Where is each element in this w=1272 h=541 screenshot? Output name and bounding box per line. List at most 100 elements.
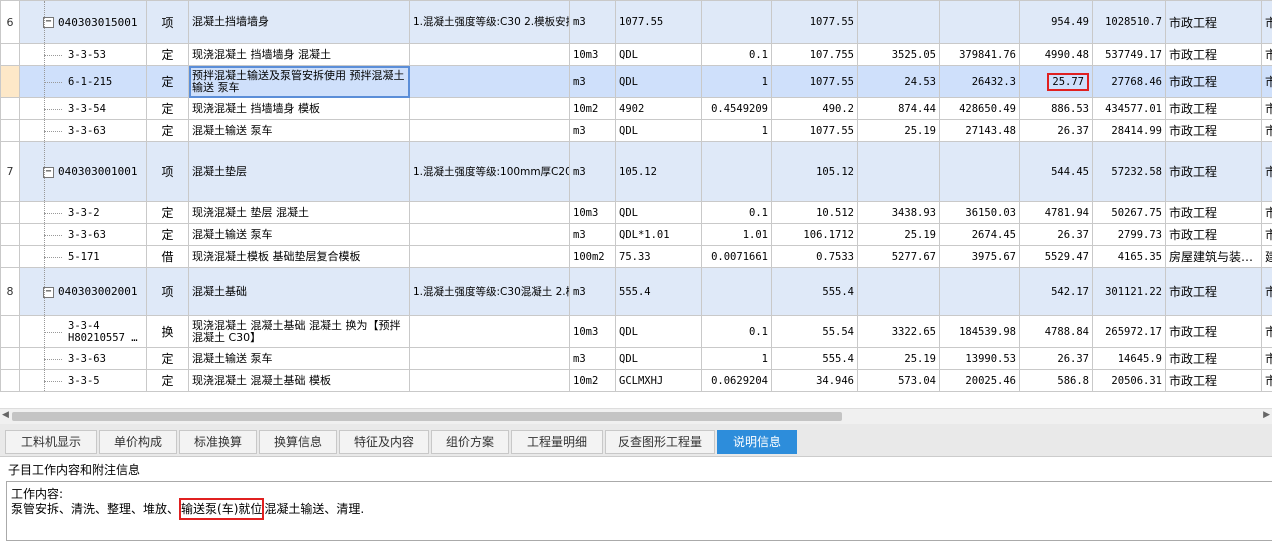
expr-cell[interactable]: 1077.55: [616, 1, 702, 44]
expr-cell[interactable]: 105.12: [616, 142, 702, 202]
tree-branch: [44, 55, 62, 56]
name-cell[interactable]: 现浇混凝土 混凝土基础 模板: [189, 370, 410, 392]
name-cell[interactable]: 现浇混凝土 垫层 混凝土: [189, 202, 410, 224]
specialty-cell: 市政工程: [1166, 120, 1262, 142]
name-cell[interactable]: 混凝土挡墙墙身: [189, 1, 410, 44]
unit-price-cell: 586.8: [1020, 370, 1093, 392]
unit-price-cell: 26.37: [1020, 224, 1093, 246]
tab-features-content[interactable]: 特征及内容: [339, 430, 429, 454]
quota-row[interactable]: 3-3-63定混凝土输送 泵车m3QDL*1.011.01106.171225.…: [1, 224, 1272, 246]
quota-row[interactable]: 3-3-63定混凝土输送 泵车m3QDL1555.425.1913990.532…: [1, 348, 1272, 370]
bill-code: 040303001001: [58, 165, 137, 178]
quota-code: 6-1-215: [23, 76, 112, 88]
expr-cell[interactable]: 75.33: [616, 246, 702, 268]
tab-unit-price[interactable]: 单价构成: [99, 430, 177, 454]
features-cell[interactable]: [410, 246, 570, 268]
qty-cell: 106.1712: [772, 224, 858, 246]
expr-cell[interactable]: 555.4: [616, 268, 702, 316]
expr-cell[interactable]: QDL: [616, 44, 702, 66]
amount-cell: 2674.45: [940, 224, 1020, 246]
expr-cell[interactable]: QDL: [616, 316, 702, 348]
quota-row[interactable]: 6-1-215定预拌混凝土输送及泵管安拆使用 预拌混凝土输送 泵车m3QDL11…: [1, 66, 1272, 98]
features-cell[interactable]: [410, 66, 570, 98]
scroll-right-icon[interactable]: ▶: [1263, 410, 1270, 420]
features-cell[interactable]: [410, 348, 570, 370]
features-cell[interactable]: [410, 120, 570, 142]
code-cell[interactable]: 3-3-54: [20, 98, 147, 120]
name-cell[interactable]: 混凝土输送 泵车: [189, 348, 410, 370]
tab-standard-conversion[interactable]: 标准换算: [179, 430, 257, 454]
expr-cell[interactable]: QDL: [616, 120, 702, 142]
code-cell[interactable]: 3-3-63: [20, 120, 147, 142]
tab-reverse-lookup[interactable]: 反查图形工程量: [605, 430, 715, 454]
horizontal-scrollbar[interactable]: ◀ ▶: [0, 408, 1272, 424]
name-cell[interactable]: 混凝土基础: [189, 268, 410, 316]
tab-pricing-plan[interactable]: 组价方案: [431, 430, 509, 454]
quota-row[interactable]: 3-3-4 H80210557 …换现浇混凝土 混凝土基础 混凝土 换为【预拌混…: [1, 316, 1272, 348]
expr-cell[interactable]: GCLMXHJ: [616, 370, 702, 392]
name-cell[interactable]: 混凝土输送 泵车: [189, 120, 410, 142]
code-cell[interactable]: 3-3-4 H80210557 …: [20, 316, 147, 348]
features-cell[interactable]: [410, 370, 570, 392]
coef-cell: 0.0071661: [702, 246, 772, 268]
tree-branch: [44, 257, 62, 258]
row-seq: [1, 202, 20, 224]
quota-row[interactable]: 3-3-2定现浇混凝土 垫层 混凝土10m3QDL0.110.5123438.9…: [1, 202, 1272, 224]
amount-cell: 26432.3: [940, 66, 1020, 98]
features-cell[interactable]: [410, 202, 570, 224]
quota-row[interactable]: 5-171借现浇混凝土模板 基础垫层复合模板100m275.330.007166…: [1, 246, 1272, 268]
tab-description[interactable]: 说明信息: [717, 430, 797, 454]
features-cell[interactable]: [410, 316, 570, 348]
code-cell[interactable]: 3-3-63: [20, 224, 147, 246]
expr-cell[interactable]: QDL: [616, 66, 702, 98]
quota-row[interactable]: 3-3-5定现浇混凝土 混凝土基础 模板10m2GCLMXHJ0.0629204…: [1, 370, 1272, 392]
features-cell[interactable]: [410, 44, 570, 66]
name-cell[interactable]: 预拌混凝土输送及泵管安拆使用 预拌混凝土输送 泵车: [189, 66, 410, 98]
bill-row[interactable]: 6−040303015001项混凝土挡墙墙身1.混凝土强度等级:C30 2.模板…: [1, 1, 1272, 44]
features-cell[interactable]: [410, 224, 570, 246]
features-cell[interactable]: 1.混凝土强度等级:100mm厚C20混凝土 2.模板安拆 3.泵送: [410, 142, 570, 202]
features-cell[interactable]: 1.混凝土强度等级:C30 2.模板安拆 3.泵送: [410, 1, 570, 44]
bill-row[interactable]: 7−040303001001项混凝土垫层1.混凝土强度等级:100mm厚C20混…: [1, 142, 1272, 202]
tab-quantity-detail[interactable]: 工程量明细: [511, 430, 603, 454]
amount-cell: [940, 1, 1020, 44]
name-cell[interactable]: 现浇混凝土 挡墙墙身 模板: [189, 98, 410, 120]
code-cell[interactable]: 6-1-215: [20, 66, 147, 98]
name-cell[interactable]: 现浇混凝土 混凝土基础 混凝土 换为【预拌混凝土 C30】: [189, 316, 410, 348]
features-cell[interactable]: 1.混凝土强度等级:C30混凝土 2.模板安拆 3.泵送: [410, 268, 570, 316]
scroll-left-icon[interactable]: ◀: [2, 410, 9, 420]
name-cell[interactable]: 混凝土输送 泵车: [189, 224, 410, 246]
tab-conversion-info[interactable]: 换算信息: [259, 430, 337, 454]
bill-row[interactable]: 8−040303002001项混凝土基础1.混凝土强度等级:C30混凝土 2.模…: [1, 268, 1272, 316]
code-cell[interactable]: −040303015001: [20, 1, 147, 44]
expr-cell[interactable]: QDL: [616, 202, 702, 224]
code-cell[interactable]: 3-3-63: [20, 348, 147, 370]
quota-row[interactable]: 3-3-63定混凝土输送 泵车m3QDL11077.5525.1927143.4…: [1, 120, 1272, 142]
quota-code: 3-3-63: [23, 229, 106, 241]
features-cell[interactable]: [410, 98, 570, 120]
expr-cell[interactable]: 4902: [616, 98, 702, 120]
code-cell[interactable]: −040303002001: [20, 268, 147, 316]
kind-cell: 项: [147, 268, 189, 316]
quota-row[interactable]: 3-3-53定现浇混凝土 挡墙墙身 混凝土10m3QDL0.1107.75535…: [1, 44, 1272, 66]
code-cell[interactable]: 5-171: [20, 246, 147, 268]
name-cell[interactable]: 混凝土垫层: [189, 142, 410, 202]
quota-row[interactable]: 3-3-54定现浇混凝土 挡墙墙身 模板10m249020.4549209490…: [1, 98, 1272, 120]
code-cell[interactable]: −040303001001: [20, 142, 147, 202]
code-cell[interactable]: 3-3-2: [20, 202, 147, 224]
expr-cell[interactable]: QDL*1.01: [616, 224, 702, 246]
tab-labor-material[interactable]: 工料机显示: [5, 430, 97, 454]
name-cell[interactable]: 现浇混凝土模板 基础垫层复合模板: [189, 246, 410, 268]
name-cell[interactable]: 现浇混凝土 挡墙墙身 混凝土: [189, 44, 410, 66]
expr-cell[interactable]: QDL: [616, 348, 702, 370]
total-cell: 537749.17: [1093, 44, 1166, 66]
detail-panel[interactable]: 工作内容: 泵管安拆、清洗、整理、堆放、输送泵(车)就位混凝土输送、清理.: [6, 481, 1272, 541]
price-cell: 5277.67: [858, 246, 940, 268]
code-cell[interactable]: 3-3-5: [20, 370, 147, 392]
extra-cell: 市: [1262, 268, 1272, 316]
unit-cell: 10m3: [570, 202, 616, 224]
code-cell[interactable]: 3-3-53: [20, 44, 147, 66]
total-cell: 50267.75: [1093, 202, 1166, 224]
scrollbar-thumb[interactable]: [12, 412, 842, 421]
unit-cell: 10m3: [570, 316, 616, 348]
